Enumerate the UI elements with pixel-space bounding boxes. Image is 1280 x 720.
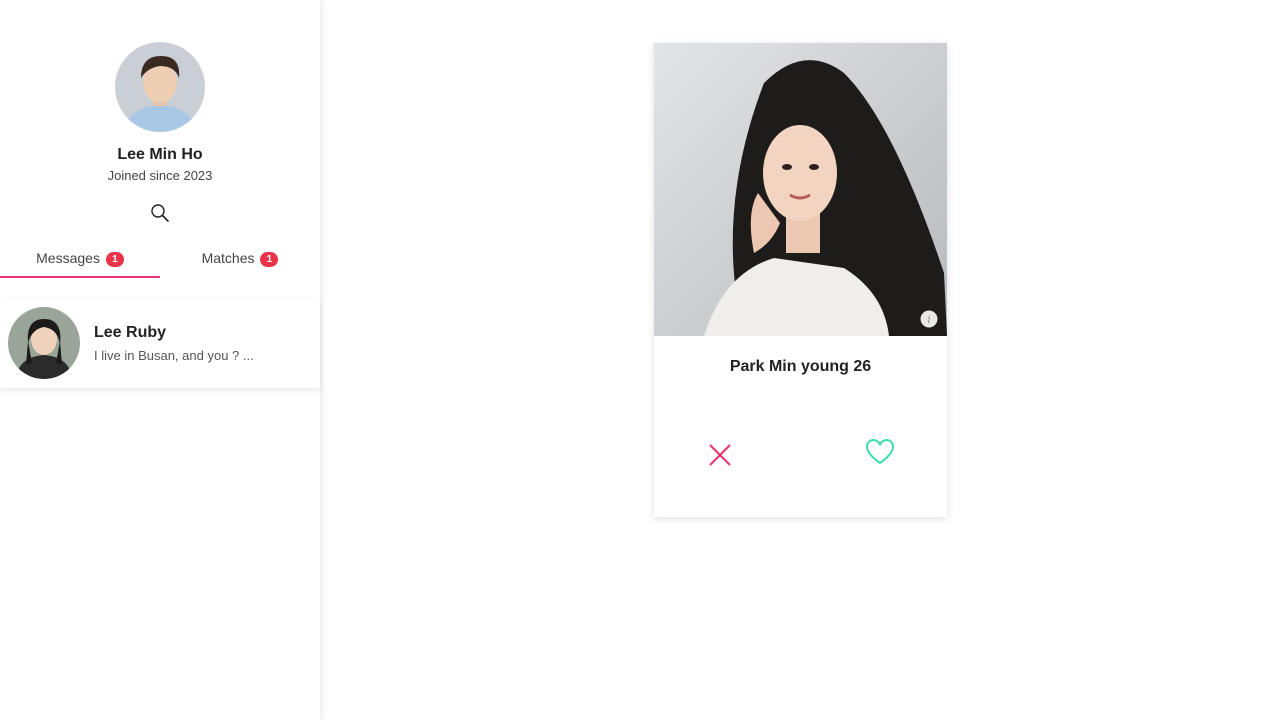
user-name: Lee Min Ho xyxy=(117,146,203,163)
messages-count-badge: 1 xyxy=(105,251,124,267)
card-name-age: Park Min young 26 xyxy=(729,358,872,375)
tab-matches[interactable]: Matches 1 xyxy=(160,244,320,278)
card-actions xyxy=(654,437,947,473)
user-joined-date: Joined since 2023 xyxy=(107,168,213,183)
message-list: Lee Ruby I live in Busan, and you ? ... xyxy=(0,298,320,388)
user-avatar[interactable] xyxy=(115,42,205,132)
profile-card: i Park Min young 26 xyxy=(654,43,947,517)
tab-matches-label: Matches xyxy=(201,250,255,266)
profile-photo-image xyxy=(654,43,947,336)
list-item[interactable]: Lee Ruby I live in Busan, and you ? ... xyxy=(0,298,320,388)
svg-text:i: i xyxy=(927,313,931,326)
profile-header: Lee Min Ho Joined since 2023 xyxy=(0,42,320,183)
close-icon[interactable] xyxy=(706,441,734,469)
heart-icon[interactable] xyxy=(865,437,895,467)
matches-count-badge: 1 xyxy=(260,251,279,267)
contact-name: Lee Ruby xyxy=(94,323,167,341)
sidebar: Lee Min Ho Joined since 2023 Messages 1 … xyxy=(0,0,320,720)
tab-bar: Messages 1 Matches 1 xyxy=(0,244,320,278)
message-preview: I live in Busan, and you ? ... xyxy=(94,347,254,363)
search-button[interactable] xyxy=(150,203,170,223)
profile-photo[interactable]: i xyxy=(654,43,947,336)
contact-avatar xyxy=(8,307,80,379)
info-icon[interactable]: i xyxy=(920,310,938,328)
tab-messages[interactable]: Messages 1 xyxy=(0,244,160,278)
search-icon xyxy=(151,204,169,222)
tab-messages-label: Messages xyxy=(36,250,100,266)
